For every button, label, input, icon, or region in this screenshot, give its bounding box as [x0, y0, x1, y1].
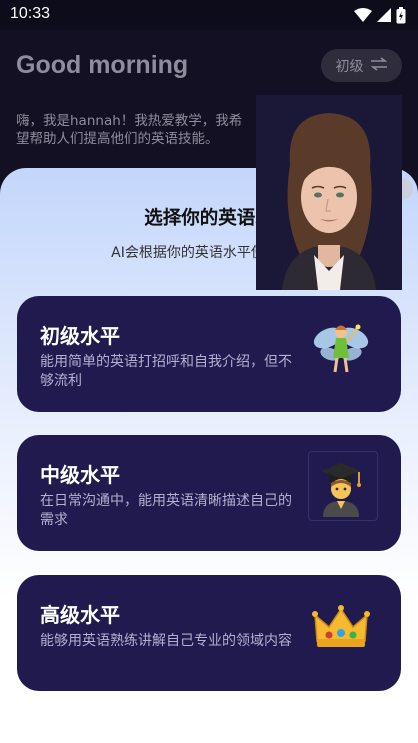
greeting-heading: Good morning	[16, 51, 189, 79]
crown-icon	[311, 597, 371, 657]
level-chip-label: 初级	[335, 58, 364, 75]
tutor-intro-text: 嗨，我是hannah！我热爱教学，我希望帮助人们提高他们的英语技能。	[16, 113, 243, 147]
level-title: 初级水平	[40, 324, 120, 348]
wifi-icon	[354, 8, 372, 22]
level-card-beginner[interactable]: 初级水平 能用简单的英语打招呼和自我介绍，但不够流利	[17, 296, 401, 412]
status-time: 10:33	[10, 5, 51, 22]
status-bar: 10:33	[0, 0, 418, 30]
graduate-student-icon	[311, 457, 371, 517]
cellular-signal-icon	[377, 8, 391, 22]
level-description: 能用简单的英语打招呼和自我介绍，但不够流利	[40, 354, 292, 389]
fairy-icon	[311, 318, 371, 378]
level-title: 高级水平	[40, 603, 120, 627]
status-icons	[354, 6, 406, 24]
tutor-portrait-image	[256, 95, 402, 290]
level-card-advanced[interactable]: 高级水平 能够用英语熟练讲解自己专业的领域内容	[17, 575, 401, 691]
level-switch-chip[interactable]: 初级	[321, 49, 402, 82]
battery-icon	[396, 6, 406, 24]
level-description: 能够用英语熟练讲解自己专业的领域内容	[40, 633, 292, 649]
level-description: 在日常沟通中，能用英语清晰描述自己的需求	[40, 493, 292, 528]
level-card-intermediate[interactable]: 中级水平 在日常沟通中，能用英语清晰描述自己的需求	[17, 435, 401, 551]
level-title: 中级水平	[40, 463, 120, 487]
tutor-video-preview[interactable]	[256, 95, 402, 290]
swap-arrows-icon	[370, 56, 388, 75]
